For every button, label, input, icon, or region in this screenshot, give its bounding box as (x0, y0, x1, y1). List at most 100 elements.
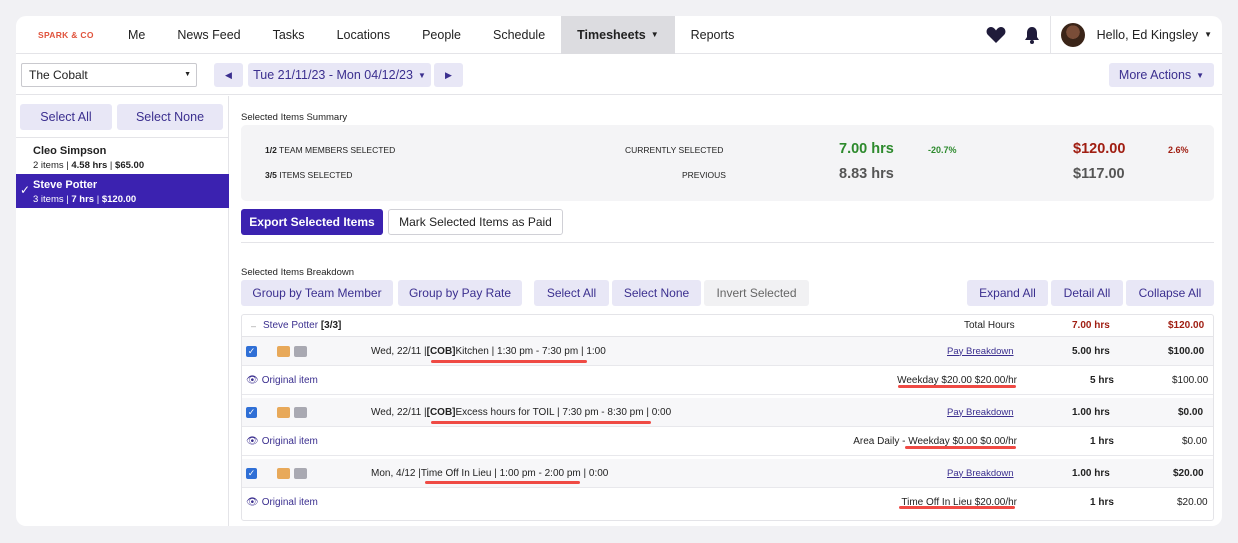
eye-icon: 👁 (246, 435, 259, 447)
group-header: – Steve Potter [3/3] Total Hours 7.00 hr… (242, 315, 1213, 337)
app-window: SPARK & CO Me News Feed Tasks Locations … (16, 16, 1222, 526)
sidebar-select-none-button[interactable]: Select None (117, 104, 223, 130)
nav-timesheets-label: Timesheets (577, 27, 646, 42)
table-row: ✓ Mon, 4/12 | Time Off In Lieu | 1:00 pm… (242, 459, 1213, 488)
current-hours: 7.00 hrs (839, 141, 894, 157)
detail-all-button[interactable]: Detail All (1051, 280, 1123, 306)
chevron-down-icon: ▼ (417, 70, 426, 80)
invert-selected-button[interactable]: Invert Selected (704, 280, 809, 306)
table-row: ✓ Wed, 22/11 | [COB] Excess hours for TO… (242, 398, 1213, 427)
bell-icon[interactable] (1014, 26, 1050, 44)
divider (241, 242, 1214, 243)
eye-icon: 👁 (246, 497, 259, 508)
location-icon (294, 337, 307, 365)
row-checkbox[interactable]: ✓ (246, 459, 257, 487)
nav-me[interactable]: Me (112, 16, 161, 54)
original-item-link[interactable]: 👁 Original item (246, 488, 318, 517)
checkbox-checked-icon: ✓ (246, 345, 257, 357)
pay-breakdown-link[interactable]: Pay Breakdown (947, 337, 1014, 365)
member-item-steve-potter[interactable]: ✓ Steve Potter 3 items | 7 hrs | $120.00 (16, 174, 229, 208)
date-range-button[interactable]: Tue 21/11/23 - Mon 04/12/23 ▼ (248, 63, 431, 87)
nav-tasks[interactable]: Tasks (257, 16, 321, 54)
highlight-underline (425, 481, 580, 484)
nav-news-feed[interactable]: News Feed (161, 16, 256, 54)
sub-amount: $100.00 (1172, 374, 1209, 386)
pay-breakdown-link[interactable]: Pay Breakdown (947, 398, 1014, 426)
arrow-left-icon: ◀ (225, 69, 232, 80)
total-hours: 7.00 hrs (1072, 320, 1110, 331)
sub-hours: 5 hrs (1090, 374, 1114, 386)
total-hours-label: Total Hours (964, 320, 1015, 331)
user-menu[interactable]: Hello, Ed Kingsley ▼ (1049, 16, 1222, 54)
eye-icon: 👁 (246, 374, 259, 386)
previous-period-button[interactable]: ◀ (214, 63, 243, 87)
items-selected: 3/5 ITEMS SELECTED (265, 170, 353, 180)
main-content: Selected Items Summary 1/2 TEAM MEMBERS … (241, 96, 1214, 526)
next-period-button[interactable]: ▶ (434, 63, 463, 87)
member-name: Cleo Simpson (33, 145, 107, 157)
heart-icon[interactable] (978, 26, 1014, 44)
previous-label: PREVIOUS (682, 170, 726, 180)
mark-paid-button[interactable]: Mark Selected Items as Paid (388, 209, 563, 235)
shift-icon (277, 459, 290, 487)
checkmark-icon: ✓ (20, 183, 31, 197)
shift-icon (277, 398, 290, 426)
location-icon (294, 398, 307, 426)
entry-amount: $0.00 (1178, 406, 1204, 418)
group-title[interactable]: Steve Potter [3/3] (263, 315, 341, 336)
sub-amount: $20.00 (1177, 497, 1208, 508)
more-actions-button[interactable]: More Actions ▼ (1109, 63, 1214, 87)
nav-locations[interactable]: Locations (321, 16, 407, 54)
table-row: 👁 Original item Weekday $20.00 $20.00/hr … (242, 366, 1213, 395)
location-icon (294, 459, 307, 487)
chevron-down-icon: ▼ (1204, 30, 1212, 39)
pay-rate: Time Off In Lieu $20.00/hr (901, 497, 1017, 508)
previous-amount: $117.00 (1073, 166, 1125, 182)
collapse-toggle[interactable]: – (251, 315, 256, 336)
nav-reports[interactable]: Reports (675, 16, 751, 54)
group-by-pay-rate-button[interactable]: Group by Pay Rate (398, 280, 522, 306)
location-value: The Cobalt (29, 68, 88, 82)
original-item-link[interactable]: 👁 Original item (246, 366, 318, 394)
nav-schedule[interactable]: Schedule (477, 16, 561, 54)
chevron-down-icon: ▼ (184, 71, 191, 78)
member-sidebar: Select All Select None Cleo Simpson 2 it… (16, 96, 229, 526)
current-amount: $120.00 (1073, 141, 1126, 157)
nav-timesheets[interactable]: Timesheets ▼ (561, 16, 675, 54)
previous-hours: 8.83 hrs (839, 166, 894, 182)
pay-breakdown-link[interactable]: Pay Breakdown (947, 459, 1014, 487)
currently-selected-label: CURRENTLY SELECTED (625, 145, 724, 155)
breakdown-select-none-button[interactable]: Select None (612, 280, 701, 306)
hours-change: -20.7% (928, 145, 957, 155)
more-actions-label: More Actions (1118, 68, 1192, 82)
table-row: 👁 Original item Time Off In Lieu $20.00/h… (242, 488, 1213, 517)
company-logo[interactable]: SPARK & CO (16, 30, 112, 40)
table-row: ✓ Wed, 22/11 | [COB] Kitchen | 1:30 pm -… (242, 337, 1213, 366)
checkbox-checked-icon: ✓ (246, 467, 257, 479)
location-select[interactable]: The Cobalt ▼ (21, 63, 197, 87)
row-checkbox[interactable]: ✓ (246, 398, 257, 426)
breakdown-table: – Steve Potter [3/3] Total Hours 7.00 hr… (241, 314, 1214, 521)
entry-hours: 1.00 hrs (1072, 406, 1110, 418)
row-checkbox[interactable]: ✓ (246, 337, 257, 365)
amount-change: 2.6% (1168, 145, 1189, 155)
breakdown-select-all-button[interactable]: Select All (534, 280, 609, 306)
collapse-all-button[interactable]: Collapse All (1126, 280, 1214, 306)
sidebar-select-all-button[interactable]: Select All (20, 104, 112, 130)
entry-amount: $100.00 (1168, 345, 1205, 357)
table-row: 👁 Original item Area Daily - Weekday $0.0… (242, 427, 1213, 456)
expand-all-button[interactable]: Expand All (967, 280, 1048, 306)
minus-icon: – (251, 320, 257, 331)
nav-people[interactable]: People (406, 16, 477, 54)
summary-panel: 1/2 TEAM MEMBERS SELECTED 3/5 ITEMS SELE… (241, 125, 1214, 201)
divider (16, 137, 229, 138)
group-by-member-button[interactable]: Group by Team Member (241, 280, 393, 306)
member-item-cleo-simpson[interactable]: Cleo Simpson 2 items | 4.58 hrs | $65.00 (16, 140, 229, 174)
member-details: 2 items | 4.58 hrs | $65.00 (33, 160, 145, 171)
highlight-underline (431, 421, 651, 424)
original-item-link[interactable]: 👁 Original item (246, 427, 318, 455)
entry-amount: $20.00 (1173, 467, 1204, 479)
pay-rate: Area Daily - Weekday $0.00 $0.00/hr (853, 435, 1017, 447)
user-greeting: Hello, Ed Kingsley (1096, 27, 1199, 42)
export-selected-button[interactable]: Export Selected Items (241, 209, 383, 235)
